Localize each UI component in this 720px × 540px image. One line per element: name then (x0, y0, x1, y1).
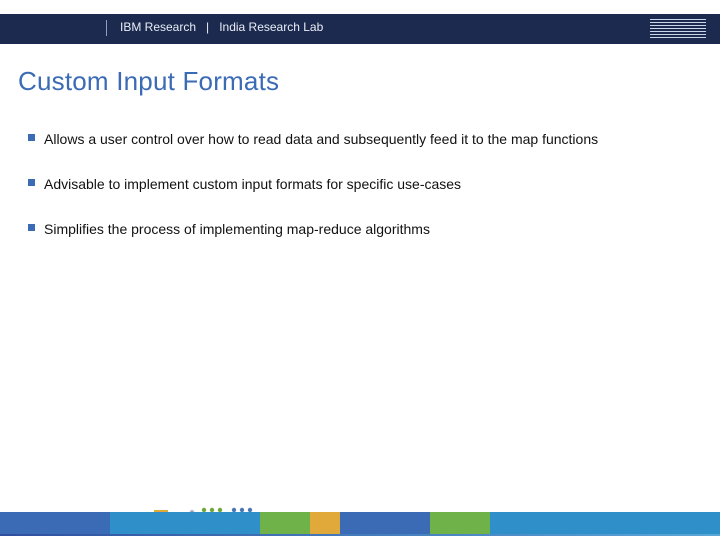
bullet-item: Advisable to implement custom input form… (28, 175, 680, 194)
footer-underline (0, 534, 720, 536)
header-text: IBM Research | India Research Lab (120, 20, 323, 34)
header-lab: India Research Lab (219, 20, 323, 34)
ibm-logo-icon (650, 19, 706, 39)
footer-stripe-segment (490, 512, 720, 534)
content-area: Allows a user control over how to read d… (28, 130, 680, 265)
header-bar: IBM Research | India Research Lab (0, 14, 720, 44)
slide-title: Custom Input Formats (18, 66, 279, 97)
footer (0, 500, 720, 540)
footer-stripe-segment (340, 512, 430, 534)
header-divider (106, 20, 107, 36)
footer-stripe (0, 512, 720, 534)
footer-stripe-segment (260, 512, 310, 534)
bullet-item: Simplifies the process of implementing m… (28, 220, 680, 239)
footer-stripe-segment (310, 512, 340, 534)
footer-stripe-segment (430, 512, 490, 534)
footer-stripe-segment (0, 512, 110, 534)
bullet-item: Allows a user control over how to read d… (28, 130, 680, 149)
header-separator: | (206, 20, 209, 34)
header-org: IBM Research (120, 20, 196, 34)
footer-stripe-segment (110, 512, 260, 534)
